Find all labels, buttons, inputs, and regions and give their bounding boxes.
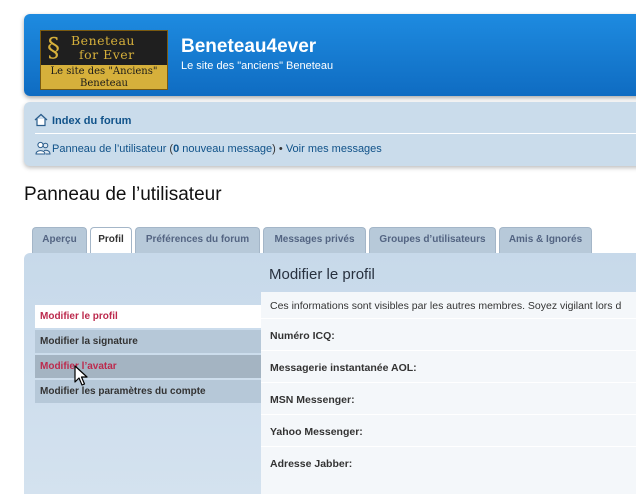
logo-text-line4: Beneteau (80, 78, 128, 89)
logo-text-line2: for Ever (79, 47, 135, 62)
tab-apercu[interactable]: Aperçu (32, 227, 87, 253)
tab-friends-foes[interactable]: Amis & Ignorés (499, 227, 592, 253)
navbar (24, 102, 636, 166)
home-icon (34, 113, 48, 127)
field-divider (261, 382, 636, 383)
tab-private-messages[interactable]: Messages privés (263, 227, 366, 253)
tab-profil[interactable]: Profil (90, 227, 132, 254)
user-panel-link[interactable]: Panneau de l’utilisateur (52, 143, 166, 155)
field-divider (261, 414, 636, 415)
view-messages-link[interactable]: Voir mes messages (286, 143, 382, 155)
logo-text-line1: Beneteau (71, 33, 135, 48)
menu-edit-profile[interactable]: Modifier le profil (35, 305, 261, 328)
site-description: Le site des "anciens" Beneteau (181, 60, 334, 72)
seahorse-icon: § (47, 33, 60, 63)
field-label-jabber: Adresse Jabber: (270, 458, 353, 470)
content-heading: Modifier le profil (269, 266, 375, 283)
logo-text-line3: Le site des "Anciens" (50, 66, 158, 77)
site-title[interactable]: Beneteau4ever (181, 36, 316, 58)
tab-preferences[interactable]: Préférences du forum (135, 227, 260, 253)
tab-user-groups[interactable]: Groupes d’utilisateurs (369, 227, 496, 253)
field-label-icq: Numéro ICQ: (270, 330, 335, 342)
user-nav-line: Panneau de l’utilisateur (0 nouveau mess… (52, 143, 382, 155)
field-divider (261, 350, 636, 351)
menu-edit-signature[interactable]: Modifier la signature (35, 330, 261, 353)
navbar-divider (35, 133, 636, 134)
content-intro-text: Ces informations sont visibles par les a… (270, 300, 622, 312)
site-logo[interactable]: § Beneteau for Ever Le site des "Anciens… (40, 30, 168, 90)
menu-edit-avatar[interactable]: Modifier l’avatar (35, 355, 261, 378)
forum-index-link[interactable]: Index du forum (52, 115, 131, 127)
field-label-msn: MSN Messenger: (270, 394, 355, 406)
user-icon (35, 141, 51, 155)
page-title: Panneau de l’utilisateur (24, 184, 222, 205)
mouse-cursor-icon (74, 365, 88, 386)
new-message-link[interactable]: nouveau message (179, 143, 272, 155)
field-label-yahoo: Yahoo Messenger: (270, 426, 363, 438)
menu-account-settings[interactable]: Modifier les paramètres du compte (35, 380, 261, 403)
content-divider (261, 318, 636, 319)
nav-separator: ) • (272, 143, 286, 155)
field-divider (261, 446, 636, 447)
field-label-aol: Messagerie instantanée AOL: (270, 362, 417, 374)
